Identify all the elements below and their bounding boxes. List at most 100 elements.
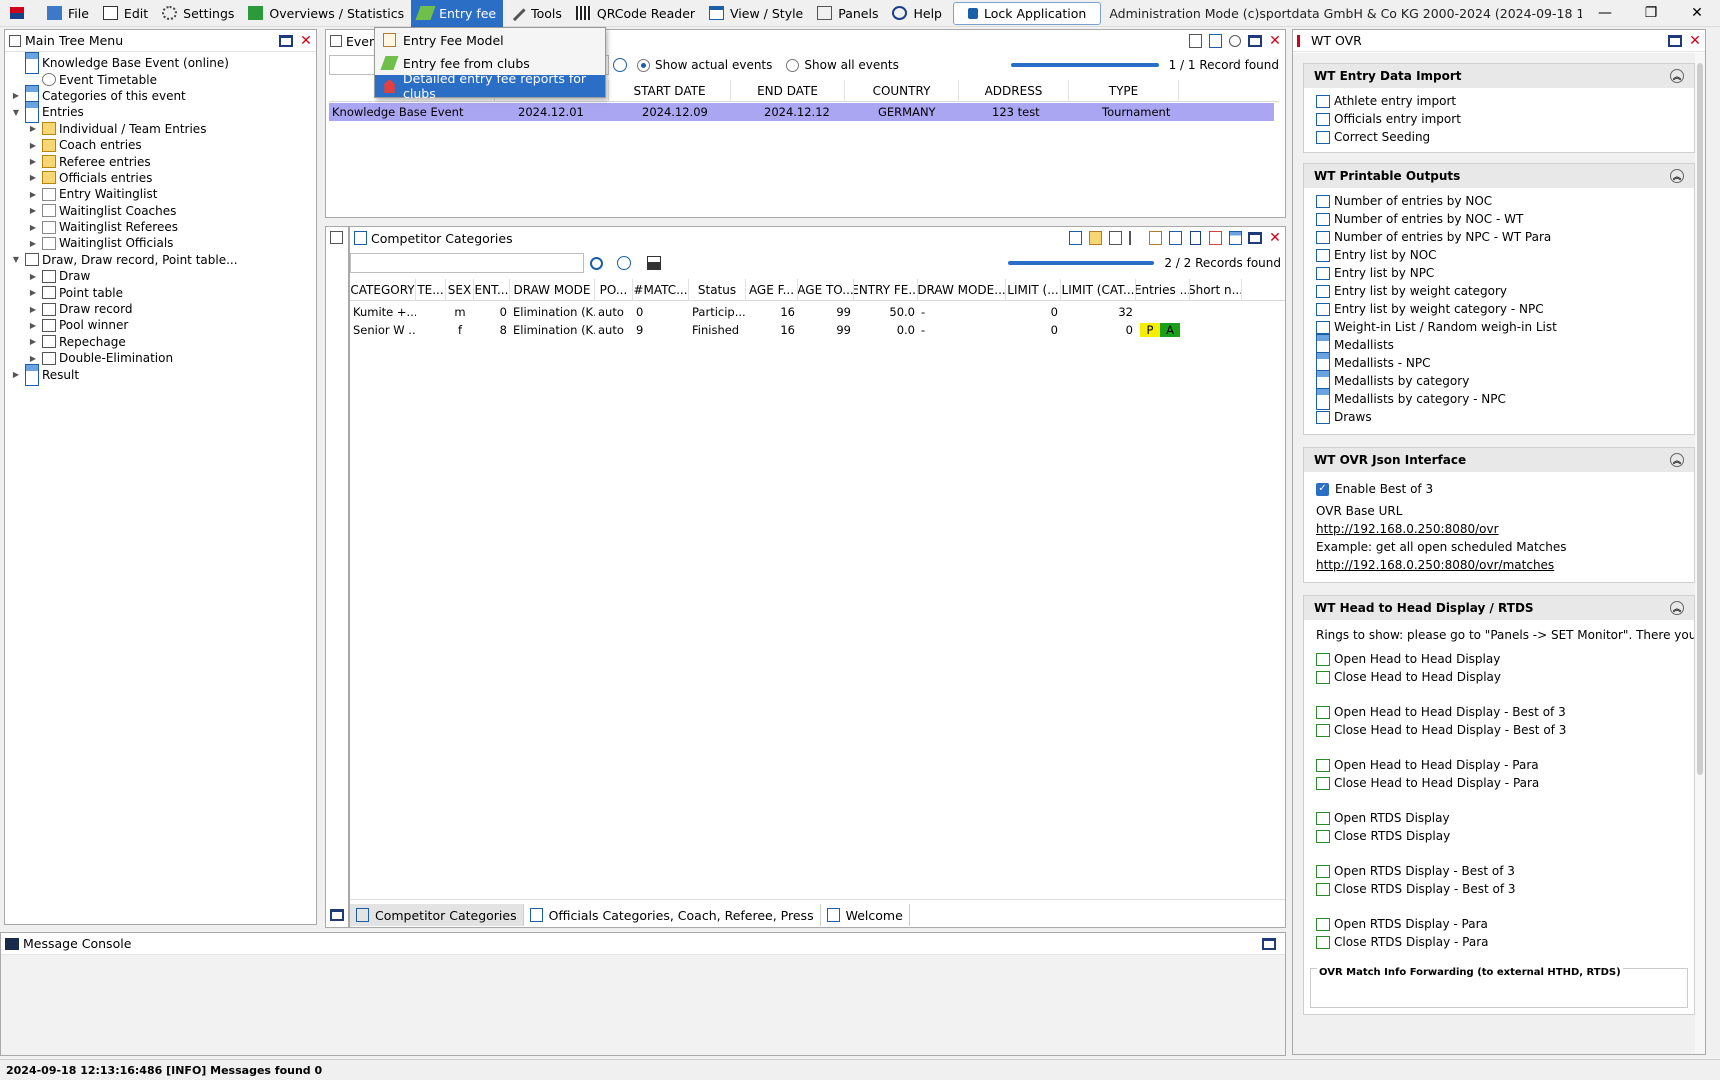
tree-item-result[interactable]: ▶ Result [5, 363, 316, 386]
tree-item-coach-entries[interactable]: ▶ Coach entries [5, 137, 316, 153]
close-panel-button[interactable]: ✕ [1685, 31, 1705, 51]
action-entry-list-by-weight-category[interactable]: Entry list by weight category [1304, 282, 1694, 300]
column-header[interactable]: DRAW MODE [510, 278, 595, 301]
toolbar-report-button[interactable] [1145, 228, 1165, 248]
category-search-input[interactable] [350, 253, 584, 273]
column-header[interactable]: ENTRY FE... [854, 278, 918, 301]
tree-item-draw-draw-record-point-table[interactable]: ▼ Draw, Draw record, Point table... [5, 252, 316, 268]
column-header[interactable]: ADDRESS [959, 79, 1069, 102]
action-entry-list-by-noc[interactable]: Entry list by NOC [1304, 246, 1694, 264]
action-athlete-entry-import[interactable]: Athlete entry import [1304, 92, 1694, 110]
ovr-base-url-link[interactable]: http://192.168.0.250:8080/ovr [1316, 520, 1682, 538]
table-row[interactable]: Kumite +... m 0 Elimination (K... auto 0 Parti… [350, 303, 1285, 321]
menu-overviews[interactable]: Overviews / Statistics [241, 0, 411, 27]
column-header[interactable]: TYPE [1069, 79, 1179, 102]
expand-arrow-icon[interactable]: ▶ [26, 305, 40, 314]
column-header[interactable]: AGE TO... [798, 278, 854, 301]
section-header[interactable]: WT Printable Outputs ︽ [1304, 164, 1694, 188]
table-row[interactable]: Senior W ... f 8 Elimination (K... auto 9 Fini… [350, 321, 1285, 339]
close-panel-button[interactable]: ✕ [1265, 228, 1285, 248]
tab-competitor-categories[interactable]: Competitor Categories [350, 904, 524, 926]
vertical-scrollbar[interactable] [1695, 53, 1705, 1054]
refresh-icon[interactable] [617, 256, 631, 270]
column-header[interactable]: LIMIT (... [1006, 278, 1061, 301]
action-close-rtds-display[interactable]: Close RTDS Display [1304, 827, 1694, 845]
action-medallists[interactable]: Medallists [1304, 334, 1694, 356]
export-button[interactable] [1185, 31, 1205, 51]
column-header[interactable]: ENT... [474, 278, 510, 301]
close-window-button[interactable]: ✕ [1674, 0, 1720, 27]
section-header[interactable]: WT Entry Data Import ︽ [1304, 64, 1694, 88]
toolbar-grid-button[interactable] [1165, 228, 1185, 248]
expand-arrow-icon[interactable]: ▶ [26, 288, 40, 297]
column-header[interactable]: START DATE [609, 79, 731, 102]
column-header[interactable]: DRAW MODE... [918, 278, 1006, 301]
action-close-rtds-display-best-of-3[interactable]: Close RTDS Display - Best of 3 [1304, 880, 1694, 898]
action-close-head-to-head-display[interactable]: Close Head to Head Display [1304, 668, 1694, 686]
maximize-button[interactable] [1245, 228, 1265, 248]
expand-arrow-icon[interactable]: ▶ [26, 157, 40, 166]
save-icon[interactable] [647, 256, 661, 270]
toolbar-rows-button[interactable] [1185, 228, 1205, 248]
action-close-rtds-display-para[interactable]: Close RTDS Display - Para [1304, 933, 1694, 951]
column-header[interactable]: Entries ... [1136, 278, 1190, 301]
action-open-rtds-display[interactable]: Open RTDS Display [1304, 809, 1694, 827]
collapse-icon[interactable]: ︽ [1670, 453, 1684, 467]
menu-panels[interactable]: Panels [810, 0, 885, 27]
expand-arrow-icon[interactable]: ▶ [26, 190, 40, 199]
table-row[interactable]: Knowledge Base Event 2024.12.01 2024.12.09… [329, 103, 1274, 121]
action-medallists-by-category[interactable]: Medallists by category [1304, 370, 1694, 392]
toolbar-table-button[interactable] [1225, 228, 1245, 248]
expand-arrow-icon[interactable]: ▶ [26, 239, 40, 248]
action-close-head-to-head-display-best-of-3[interactable]: Close Head to Head Display - Best of 3 [1304, 721, 1694, 739]
action-entry-list-by-weight-category-npc[interactable]: Entry list by weight category - NPC [1304, 300, 1694, 318]
menu-tools[interactable]: Tools [503, 0, 569, 27]
menu-help[interactable]: Help [885, 0, 949, 27]
column-header[interactable]: END DATE [731, 79, 845, 102]
tree-item-categories-of-this-event[interactable]: ▶ Categories of this event [5, 84, 316, 107]
show-actual-radio[interactable]: Show actual events [637, 58, 772, 72]
app-icon[interactable] [0, 0, 40, 27]
tree-item-pool-winner[interactable]: ▶ Pool winner [5, 317, 316, 333]
scrollbar-thumb[interactable] [1697, 63, 1703, 775]
action-entry-list-by-npc[interactable]: Entry list by NPC [1304, 264, 1694, 282]
action-open-head-to-head-display-para[interactable]: Open Head to Head Display - Para [1304, 756, 1694, 774]
column-header[interactable]: LIMIT (CAT... [1061, 278, 1136, 301]
column-header[interactable]: #MATC... [633, 278, 689, 301]
lock-application-button[interactable]: Lock Application [952, 1, 1102, 25]
tree-item-referee-entries[interactable]: ▶ Referee entries [5, 153, 316, 169]
maximize-button[interactable] [1665, 31, 1685, 51]
expand-arrow-icon[interactable]: ▶ [26, 321, 40, 330]
column-header[interactable]: Status [689, 278, 746, 301]
column-header[interactable]: Short n... [1190, 278, 1242, 301]
expand-arrow-icon[interactable]: ▼ [9, 108, 23, 117]
toolbar-folder-button[interactable] [1065, 228, 1085, 248]
toolbar-paste-button[interactable] [1085, 228, 1105, 248]
menu-file[interactable]: File [40, 0, 96, 27]
action-open-head-to-head-display[interactable]: Open Head to Head Display [1304, 650, 1694, 668]
menu-edit[interactable]: Edit [96, 0, 155, 27]
action-correct-seeding[interactable]: Correct Seeding [1304, 128, 1694, 146]
restore-button[interactable]: ❐ [1628, 0, 1674, 27]
close-panel-button[interactable]: ✕ [296, 31, 316, 51]
tree-item-point-table[interactable]: ▶ Point table [5, 284, 316, 300]
menu-settings[interactable]: Settings [155, 0, 241, 27]
menu-entry-fee[interactable]: Entry fee [411, 0, 504, 27]
tree-item-waitinglist-coaches[interactable]: ▶ Waitinglist Coaches [5, 203, 316, 219]
action-open-rtds-display-best-of-3[interactable]: Open RTDS Display - Best of 3 [1304, 862, 1694, 880]
minimize-button[interactable]: — [1582, 0, 1628, 27]
collapse-icon[interactable]: ︽ [1670, 601, 1684, 615]
refresh-icon[interactable] [613, 58, 627, 72]
toolbar-numbered-button[interactable] [1125, 228, 1145, 248]
column-header[interactable]: SEX [446, 278, 474, 301]
tree-item-entries[interactable]: ▼ Entries [5, 101, 316, 124]
expand-arrow-icon[interactable]: ▶ [26, 173, 40, 182]
action-medallists-npc[interactable]: Medallists - NPC [1304, 352, 1694, 374]
column-header[interactable]: PO... [595, 278, 633, 301]
menu-item-entry-fee-model[interactable]: Entry Fee Model [375, 29, 605, 51]
action-weight-in-list-random-weigh-in-list[interactable]: Weight-in List / Random weigh-in List [1304, 318, 1694, 336]
expand-arrow-icon[interactable]: ▶ [26, 223, 40, 232]
expand-arrow-icon[interactable]: ▶ [9, 370, 23, 379]
tree-item-individual-team-entries[interactable]: ▶ Individual / Team Entries [5, 121, 316, 137]
expand-arrow-icon[interactable]: ▶ [26, 337, 40, 346]
